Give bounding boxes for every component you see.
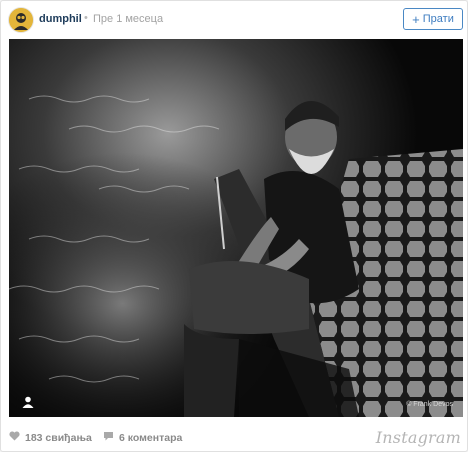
avatar[interactable] <box>9 8 33 32</box>
follow-button-label: Прати <box>422 13 454 25</box>
photo-credit: © Frank Devos <box>406 401 453 408</box>
follow-button[interactable]: + Прати <box>403 8 463 30</box>
instagram-embed-card: dumphil • Пре 1 месеца + Прати © Frank D… <box>0 0 468 452</box>
likes-label: 183 свиђања <box>25 431 92 444</box>
photo-image <box>9 39 463 417</box>
instagram-logo[interactable]: Instagram <box>376 428 461 447</box>
post-footer: 183 свиђања 6 коментара Instagram <box>1 425 467 451</box>
comment-icon <box>103 431 114 444</box>
post-photo[interactable]: © Frank Devos <box>9 39 463 417</box>
post-header: dumphil • Пре 1 месеца + Прати <box>1 1 467 37</box>
heart-icon <box>9 431 20 444</box>
post-time-ago[interactable]: Пре 1 месеца <box>93 13 163 25</box>
user-icon[interactable] <box>21 395 35 409</box>
likes-count[interactable]: 183 свиђања <box>9 431 92 444</box>
plus-icon: + <box>412 11 420 27</box>
header-separator: • <box>84 12 88 24</box>
comments-label: 6 коментара <box>119 431 183 444</box>
username-link[interactable]: dumphil <box>39 13 82 25</box>
comments-count[interactable]: 6 коментара <box>103 431 182 444</box>
